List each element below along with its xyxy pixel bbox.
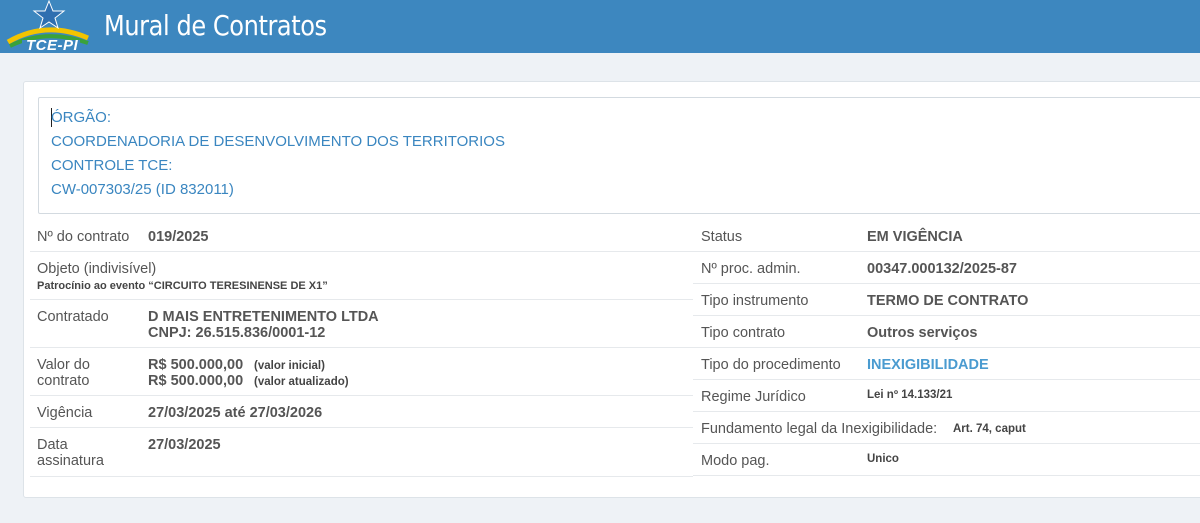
contract-card: ÓRGÃO: COORDENADORIA DE DESENVOLVIMENTO … xyxy=(23,81,1200,498)
status-label: Status xyxy=(701,229,743,245)
objeto-label: Objeto (indivisível) xyxy=(37,261,157,277)
proc-value: 00347.000132/2025-87 xyxy=(867,261,1017,277)
row-modo-pag: Modo pag. Unico xyxy=(693,444,1200,476)
valor-atualizado: R$ 500.000,00 xyxy=(148,373,244,389)
numero-value: 019/2025 xyxy=(148,229,209,245)
row-proc-admin: Nº proc. admin. 00347.000132/2025-87 xyxy=(693,252,1200,284)
row-regime-juridico: Regime Jurídico Lei nº 14.133/21 xyxy=(693,380,1200,412)
row-assinatura: Data assinatura 27/03/2025 xyxy=(30,428,693,477)
controle-label: CONTROLE TCE: xyxy=(51,157,173,174)
tipo-procedimento-label: Tipo do procedimento xyxy=(701,357,841,373)
valor-atualizado-note: (valor atualizado) xyxy=(254,376,349,388)
assinatura-label-line2: assinatura xyxy=(37,453,104,469)
row-valor: Valor do contrato R$ 500.000,00 (valor i… xyxy=(30,348,693,396)
logo-text: TCE-PI xyxy=(26,37,79,54)
contratado-label: Contratado xyxy=(37,309,109,325)
vigencia-value: 27/03/2025 até 27/03/2026 xyxy=(148,405,323,421)
contratado-name: D MAIS ENTRETENIMENTO LTDA xyxy=(148,309,379,325)
tipo-contrato-label: Tipo contrato xyxy=(701,325,786,341)
row-numero-contrato: Nº do contrato 019/2025 xyxy=(30,220,693,252)
row-tipo-procedimento: Tipo do procedimento INEXIGIBILIDADE xyxy=(693,348,1200,380)
top-bar: TCE-PI Mural de Contratos xyxy=(0,0,1200,54)
tipo-instrumento-value: TERMO DE CONTRATO xyxy=(867,293,1029,309)
valor-inicial: R$ 500.000,00 xyxy=(148,357,244,373)
objeto-value: Patrocínio ao evento “CIRCUITO TERESINEN… xyxy=(37,280,328,292)
orgao-label: ÓRGÃO: xyxy=(51,109,112,126)
status-value: EM VIGÊNCIA xyxy=(867,229,963,245)
orgao-value: COORDENADORIA DE DESENVOLVIMENTO DOS TER… xyxy=(51,133,505,150)
app-title: Mural de Contratos xyxy=(104,9,327,42)
fundamento-label: Fundamento legal da Inexigibilidade: xyxy=(701,421,938,437)
modo-pag-value: Unico xyxy=(867,453,899,465)
numero-label: Nº do contrato xyxy=(37,229,130,245)
valor-label-line1: Valor do xyxy=(37,357,90,373)
regime-label: Regime Jurídico xyxy=(701,389,806,405)
row-tipo-instrumento: Tipo instrumento TERMO DE CONTRATO xyxy=(693,284,1200,316)
proc-label: Nº proc. admin. xyxy=(701,261,801,277)
regime-value: Lei nº 14.133/21 xyxy=(867,389,953,401)
row-vigencia: Vigência 27/03/2025 até 27/03/2026 xyxy=(30,396,693,428)
row-tipo-contrato: Tipo contrato Outros serviços xyxy=(693,316,1200,348)
controle-value: CW-007303/25 (ID 832011) xyxy=(51,181,234,198)
tipo-procedimento-value: INEXIGIBILIDADE xyxy=(867,357,989,373)
row-contratado: Contratado D MAIS ENTRETENIMENTO LTDA CN… xyxy=(30,300,693,348)
fundamento-value: Art. 74, caput xyxy=(953,423,1026,435)
assinatura-value: 27/03/2025 xyxy=(148,437,221,453)
valor-label-line2: contrato xyxy=(37,373,90,389)
contratado-cnpj: CNPJ: 26.515.836/0001-12 xyxy=(148,325,326,341)
row-fundamento-legal: Fundamento legal da Inexigibilidade: Art… xyxy=(693,412,1200,444)
modo-pag-label: Modo pag. xyxy=(701,453,770,469)
row-objeto: Objeto (indivisível) Patrocínio ao event… xyxy=(30,252,693,300)
vigencia-label: Vigência xyxy=(37,405,93,421)
assinatura-label-line1: Data xyxy=(37,437,68,453)
tipo-instrumento-label: Tipo instrumento xyxy=(701,293,809,309)
tipo-contrato-value: Outros serviços xyxy=(867,325,978,341)
orgao-header: ÓRGÃO: COORDENADORIA DE DESENVOLVIMENTO … xyxy=(38,97,1200,214)
tce-pi-logo[interactable]: TCE-PI xyxy=(6,0,90,54)
row-status: Status EM VIGÊNCIA xyxy=(693,220,1200,252)
valor-inicial-note: (valor inicial) xyxy=(254,360,325,372)
